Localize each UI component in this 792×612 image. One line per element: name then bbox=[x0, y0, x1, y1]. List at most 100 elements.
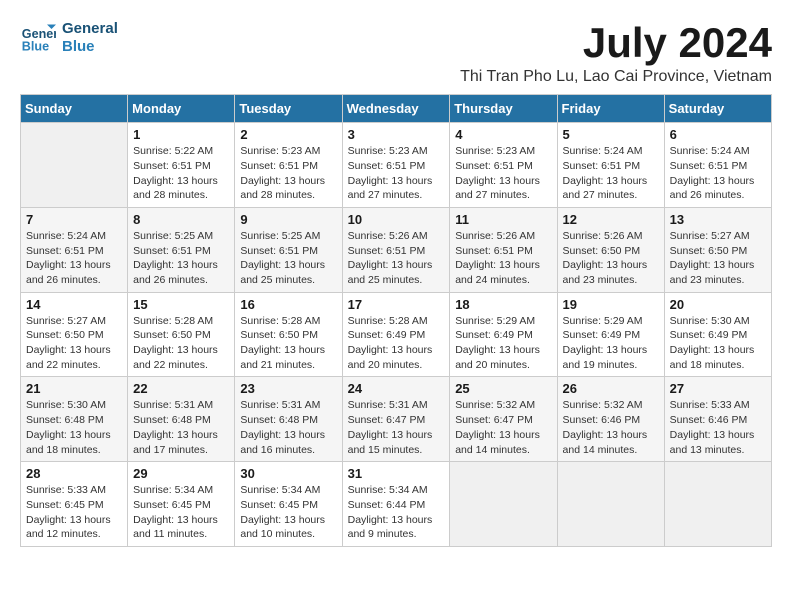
day-info: Sunrise: 5:34 AMSunset: 6:44 PMDaylight:… bbox=[348, 483, 445, 542]
calendar-cell: 22 Sunrise: 5:31 AMSunset: 6:48 PMDayligh… bbox=[128, 377, 235, 462]
day-number: 29 bbox=[133, 466, 229, 481]
calendar-cell: 29 Sunrise: 5:34 AMSunset: 6:45 PMDayligh… bbox=[128, 462, 235, 547]
day-info: Sunrise: 5:33 AMSunset: 6:46 PMDaylight:… bbox=[670, 398, 766, 457]
day-info: Sunrise: 5:28 AMSunset: 6:50 PMDaylight:… bbox=[240, 314, 336, 373]
day-info: Sunrise: 5:28 AMSunset: 6:50 PMDaylight:… bbox=[133, 314, 229, 373]
logo-text-line1: General bbox=[62, 20, 118, 38]
calendar-cell: 1 Sunrise: 5:22 AMSunset: 6:51 PMDaylight… bbox=[128, 123, 235, 208]
day-number: 13 bbox=[670, 212, 766, 227]
weekday-header-sunday: Sunday bbox=[21, 95, 128, 123]
day-info: Sunrise: 5:24 AMSunset: 6:51 PMDaylight:… bbox=[670, 144, 766, 203]
svg-text:Blue: Blue bbox=[22, 40, 49, 54]
subtitle: Thi Tran Pho Lu, Lao Cai Province, Vietn… bbox=[460, 68, 772, 86]
calendar-cell bbox=[450, 462, 557, 547]
day-number: 11 bbox=[455, 212, 551, 227]
calendar-cell: 8 Sunrise: 5:25 AMSunset: 6:51 PMDaylight… bbox=[128, 207, 235, 292]
calendar-cell: 30 Sunrise: 5:34 AMSunset: 6:45 PMDayligh… bbox=[235, 462, 342, 547]
weekday-header-saturday: Saturday bbox=[664, 95, 771, 123]
day-number: 24 bbox=[348, 381, 445, 396]
calendar-week-row: 28Sunrise: 5:33 AMSunset: 6:45 PMDayligh… bbox=[21, 462, 772, 547]
calendar-cell: 2 Sunrise: 5:23 AMSunset: 6:51 PMDaylight… bbox=[235, 123, 342, 208]
calendar-cell: 19Sunrise: 5:29 AMSunset: 6:49 PMDayligh… bbox=[557, 292, 664, 377]
calendar-cell: 5Sunrise: 5:24 AMSunset: 6:51 PMDaylight… bbox=[557, 123, 664, 208]
day-number: 28 bbox=[26, 466, 122, 481]
calendar-cell: 10 Sunrise: 5:26 AMSunset: 6:51 PMDayligh… bbox=[342, 207, 450, 292]
day-info: Sunrise: 5:23 AMSunset: 6:51 PMDaylight:… bbox=[455, 144, 551, 203]
header: General Blue General Blue July 2024 Thi … bbox=[20, 20, 772, 86]
logo: General Blue General Blue bbox=[20, 20, 118, 56]
calendar-cell: 9 Sunrise: 5:25 AMSunset: 6:51 PMDaylight… bbox=[235, 207, 342, 292]
calendar-cell: 31 Sunrise: 5:34 AMSunset: 6:44 PMDayligh… bbox=[342, 462, 450, 547]
calendar-cell: 23 Sunrise: 5:31 AMSunset: 6:48 PMDayligh… bbox=[235, 377, 342, 462]
day-number: 23 bbox=[240, 381, 336, 396]
day-info: Sunrise: 5:22 AMSunset: 6:51 PMDaylight:… bbox=[133, 144, 229, 203]
day-info: Sunrise: 5:25 AMSunset: 6:51 PMDaylight:… bbox=[133, 229, 229, 288]
calendar-table: SundayMondayTuesdayWednesdayThursdayFrid… bbox=[20, 94, 772, 547]
calendar-cell: 4 Sunrise: 5:23 AMSunset: 6:51 PMDaylight… bbox=[450, 123, 557, 208]
calendar-cell: 27 Sunrise: 5:33 AMSunset: 6:46 PMDayligh… bbox=[664, 377, 771, 462]
calendar-cell: 24 Sunrise: 5:31 AMSunset: 6:47 PMDayligh… bbox=[342, 377, 450, 462]
calendar-cell: 3 Sunrise: 5:23 AMSunset: 6:51 PMDaylight… bbox=[342, 123, 450, 208]
day-info: Sunrise: 5:32 AMSunset: 6:46 PMDaylight:… bbox=[563, 398, 659, 457]
day-number: 30 bbox=[240, 466, 336, 481]
day-number: 31 bbox=[348, 466, 445, 481]
day-number: 18 bbox=[455, 297, 551, 312]
weekday-header-thursday: Thursday bbox=[450, 95, 557, 123]
day-info: Sunrise: 5:24 AMSunset: 6:51 PMDaylight:… bbox=[563, 144, 659, 203]
day-info: Sunrise: 5:31 AMSunset: 6:48 PMDaylight:… bbox=[240, 398, 336, 457]
calendar-cell: 11Sunrise: 5:26 AMSunset: 6:51 PMDayligh… bbox=[450, 207, 557, 292]
calendar-cell: 6Sunrise: 5:24 AMSunset: 6:51 PMDaylight… bbox=[664, 123, 771, 208]
calendar-cell: 20Sunrise: 5:30 AMSunset: 6:49 PMDayligh… bbox=[664, 292, 771, 377]
calendar-cell bbox=[557, 462, 664, 547]
day-number: 9 bbox=[240, 212, 336, 227]
calendar-week-row: 21 Sunrise: 5:30 AMSunset: 6:48 PMDayligh… bbox=[21, 377, 772, 462]
day-info: Sunrise: 5:34 AMSunset: 6:45 PMDaylight:… bbox=[240, 483, 336, 542]
weekday-header-tuesday: Tuesday bbox=[235, 95, 342, 123]
day-info: Sunrise: 5:32 AMSunset: 6:47 PMDaylight:… bbox=[455, 398, 551, 457]
day-number: 14 bbox=[26, 297, 122, 312]
day-info: Sunrise: 5:23 AMSunset: 6:51 PMDaylight:… bbox=[348, 144, 445, 203]
calendar-cell: 13Sunrise: 5:27 AMSunset: 6:50 PMDayligh… bbox=[664, 207, 771, 292]
day-info: Sunrise: 5:29 AMSunset: 6:49 PMDaylight:… bbox=[455, 314, 551, 373]
day-info: Sunrise: 5:31 AMSunset: 6:47 PMDaylight:… bbox=[348, 398, 445, 457]
month-title: July 2024 bbox=[460, 20, 772, 66]
day-number: 27 bbox=[670, 381, 766, 396]
day-info: Sunrise: 5:27 AMSunset: 6:50 PMDaylight:… bbox=[26, 314, 122, 373]
day-info: Sunrise: 5:30 AMSunset: 6:48 PMDaylight:… bbox=[26, 398, 122, 457]
day-info: Sunrise: 5:26 AMSunset: 6:51 PMDaylight:… bbox=[348, 229, 445, 288]
day-number: 8 bbox=[133, 212, 229, 227]
day-number: 15 bbox=[133, 297, 229, 312]
calendar-cell: 21 Sunrise: 5:30 AMSunset: 6:48 PMDayligh… bbox=[21, 377, 128, 462]
day-number: 10 bbox=[348, 212, 445, 227]
calendar-cell bbox=[664, 462, 771, 547]
day-number: 22 bbox=[133, 381, 229, 396]
calendar-cell bbox=[21, 123, 128, 208]
day-number: 26 bbox=[563, 381, 659, 396]
day-number: 4 bbox=[455, 127, 551, 142]
day-number: 12 bbox=[563, 212, 659, 227]
logo-text-line2: Blue bbox=[62, 38, 118, 56]
day-number: 3 bbox=[348, 127, 445, 142]
day-number: 16 bbox=[240, 297, 336, 312]
weekday-header-friday: Friday bbox=[557, 95, 664, 123]
day-number: 2 bbox=[240, 127, 336, 142]
day-number: 25 bbox=[455, 381, 551, 396]
calendar-cell: 17Sunrise: 5:28 AMSunset: 6:49 PMDayligh… bbox=[342, 292, 450, 377]
day-info: Sunrise: 5:24 AMSunset: 6:51 PMDaylight:… bbox=[26, 229, 122, 288]
day-info: Sunrise: 5:23 AMSunset: 6:51 PMDaylight:… bbox=[240, 144, 336, 203]
day-number: 21 bbox=[26, 381, 122, 396]
day-info: Sunrise: 5:25 AMSunset: 6:51 PMDaylight:… bbox=[240, 229, 336, 288]
weekday-header-wednesday: Wednesday bbox=[342, 95, 450, 123]
weekday-header-row: SundayMondayTuesdayWednesdayThursdayFrid… bbox=[21, 95, 772, 123]
calendar-cell: 12Sunrise: 5:26 AMSunset: 6:50 PMDayligh… bbox=[557, 207, 664, 292]
day-number: 17 bbox=[348, 297, 445, 312]
calendar-cell: 7Sunrise: 5:24 AMSunset: 6:51 PMDaylight… bbox=[21, 207, 128, 292]
title-section: July 2024 Thi Tran Pho Lu, Lao Cai Provi… bbox=[460, 20, 772, 86]
page-container: General Blue General Blue July 2024 Thi … bbox=[20, 20, 772, 547]
day-number: 19 bbox=[563, 297, 659, 312]
day-info: Sunrise: 5:34 AMSunset: 6:45 PMDaylight:… bbox=[133, 483, 229, 542]
day-number: 20 bbox=[670, 297, 766, 312]
calendar-cell: 15 Sunrise: 5:28 AMSunset: 6:50 PMDayligh… bbox=[128, 292, 235, 377]
day-info: Sunrise: 5:31 AMSunset: 6:48 PMDaylight:… bbox=[133, 398, 229, 457]
day-number: 1 bbox=[133, 127, 229, 142]
